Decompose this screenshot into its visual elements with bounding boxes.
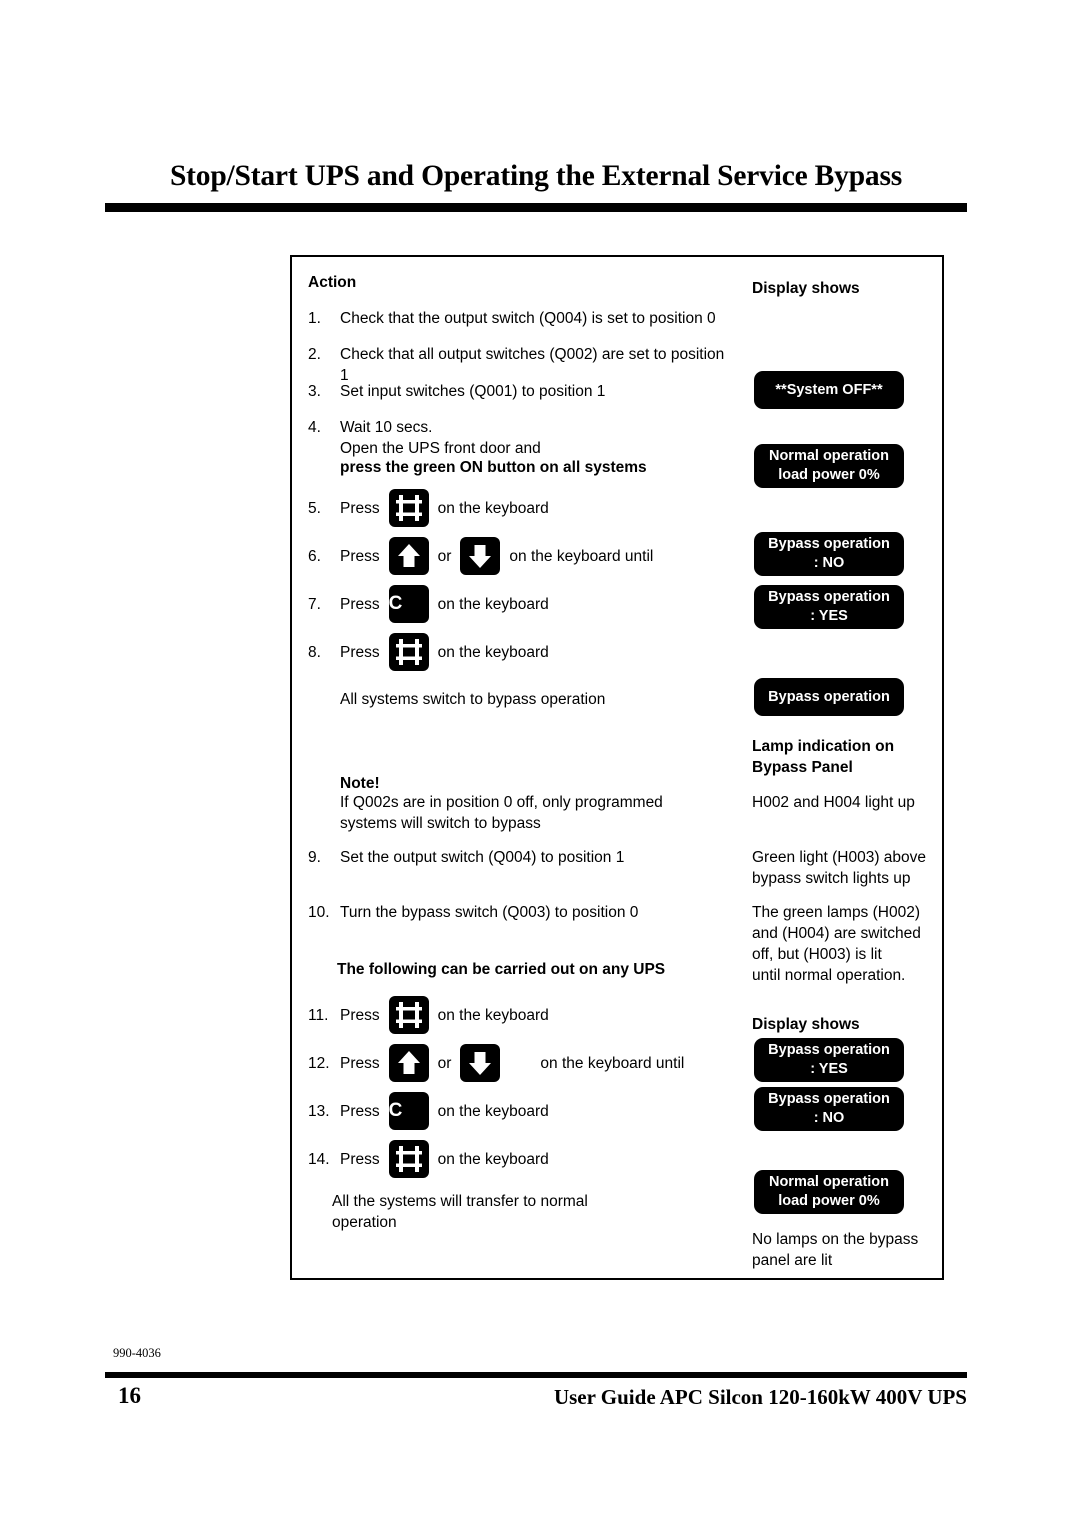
lamp-indication-heading: Lamp indication on Bypass Panel: [752, 738, 895, 776]
step-row-10: 10. Turn the bypass switch (Q003) to pos…: [308, 902, 728, 923]
step-number: 6.: [308, 547, 321, 565]
c-key-label: C: [388, 1100, 403, 1121]
c-key-label: C: [388, 593, 403, 614]
frame-icon[interactable]: [388, 996, 429, 1034]
any-ups-heading: The following can be carried out on any …: [337, 961, 666, 978]
step-number: 4.: [308, 419, 321, 436]
footer-title: User Guide APC Silcon 120-160kW 400V UPS: [553, 1385, 967, 1409]
step-number: 8.: [308, 643, 321, 661]
step-number: 2.: [308, 346, 321, 363]
step-row-3: 3. Set input switches (Q001) to position…: [308, 381, 728, 402]
normal-result-text: All the systems will transfer to normal …: [332, 1193, 588, 1231]
step-row-8: 8. Press on the keyboard: [308, 633, 549, 671]
keyboard-label: on the keyboard: [437, 1150, 549, 1168]
step-row-2: 2. Check that all output switches (Q002)…: [308, 344, 728, 386]
arrow-up-icon[interactable]: [388, 537, 429, 575]
frame-icon[interactable]: [388, 489, 429, 527]
keyboard-label: on the keyboard: [437, 499, 549, 517]
press-label: Press: [340, 547, 380, 565]
step-number: 1.: [308, 310, 321, 327]
step-number: 11.: [308, 1006, 329, 1024]
c-key-icon[interactable]: C: [388, 585, 429, 623]
page-number: 16: [118, 1383, 141, 1408]
c-key-icon[interactable]: C: [388, 1092, 429, 1130]
keyboard-label: on the keyboard: [437, 1006, 549, 1024]
display-box-bypass-operation: Bypass operation: [754, 678, 904, 716]
page-title: Stop/Start UPS and Operating the Externa…: [169, 160, 903, 192]
arrow-down-icon[interactable]: [460, 1044, 501, 1082]
lamp-text-h003-green: Green light (H003) above bypass switch l…: [752, 849, 927, 887]
press-label: Press: [340, 643, 380, 661]
keyboard-label: on the keyboard: [437, 1102, 549, 1120]
note-heading: Note!: [340, 775, 380, 792]
step-row-1: 1. Check that the output switch (Q004) i…: [308, 308, 728, 329]
step-row-9: 9. Set the output switch (Q004) to posit…: [308, 847, 728, 868]
footer-rule: [105, 1372, 967, 1378]
display-box-system-off: **System OFF**: [754, 371, 904, 409]
step-text: Set input switches (Q001) to position 1: [340, 383, 606, 400]
note-body: If Q002s are in position 0 off, only pro…: [340, 794, 663, 832]
or-label: or: [437, 1054, 452, 1072]
step-row-4: 4. Wait 10 secs. Open the UPS front door…: [308, 417, 728, 459]
press-label: Press: [340, 1150, 380, 1168]
column-heading-display-1: Display shows: [752, 280, 860, 297]
step-number: 7.: [308, 595, 321, 613]
arrow-down-icon[interactable]: [460, 537, 501, 575]
column-heading-action: Action: [308, 274, 357, 291]
press-label: Press: [340, 595, 380, 613]
document-code: 990-4036: [113, 1346, 161, 1360]
step-text: Turn the bypass switch (Q003) to positio…: [340, 904, 639, 921]
step-text: Set the output switch (Q004) to position…: [340, 849, 625, 866]
step-number: 10.: [308, 904, 330, 921]
step-number: 5.: [308, 499, 321, 517]
step-text: Check that all output switches (Q002) ar…: [340, 346, 725, 384]
keyboard-label: on the keyboard: [437, 643, 549, 661]
lamp-text-h002-h004: H002 and H004 light up: [752, 794, 915, 811]
step-row-14: 14. Press on the keyboard: [308, 1140, 549, 1178]
lamp-text-h003-lit: The green lamps (H002) and (H004) are sw…: [752, 904, 921, 984]
step-row-13: 13. Press C on the keyboard: [308, 1092, 549, 1130]
step-row-12: 12. Press or on the keyboard until: [308, 1044, 684, 1082]
press-label: Press: [340, 1102, 380, 1120]
or-label: or: [437, 547, 452, 565]
column-heading-display-2: Display shows: [752, 1016, 860, 1033]
step-number: 12.: [308, 1054, 330, 1072]
arrow-up-icon[interactable]: [388, 1044, 429, 1082]
header-rule: [105, 203, 967, 212]
step-number: 9.: [308, 849, 321, 866]
bypass-result-text: All systems switch to bypass operation: [340, 691, 606, 708]
display-box-bypass-yes-2: Bypass operation : YES: [754, 1038, 904, 1082]
frame-icon[interactable]: [388, 633, 429, 671]
step-text: Check that the output switch (Q004) is s…: [340, 310, 716, 327]
keyboard-label: on the keyboard until: [509, 547, 654, 565]
keyboard-label: on the keyboard: [437, 595, 549, 613]
display-box-normal-operation-1: Normal operation load power 0%: [754, 1170, 904, 1214]
step-row-6: 6. Press or on the keyboard until: [308, 537, 653, 575]
frame-icon[interactable]: [388, 1140, 429, 1178]
display-box-bypass-no-1: Bypass operation : NO: [754, 532, 904, 576]
step-row-5: 5. Press on the keyboard: [308, 489, 549, 527]
step-4-emphasis: press the green ON button on all systems: [340, 459, 647, 476]
press-label: Press: [340, 499, 380, 517]
step-number: 14.: [308, 1150, 330, 1168]
lamp-text-no-lamps: No lamps on the bypass panel are lit: [752, 1231, 919, 1269]
step-row-7: 7. Press C on the keyboard: [308, 585, 549, 623]
press-label: Press: [340, 1006, 380, 1024]
display-box-bypass-no-2: Bypass operation : NO: [754, 1087, 904, 1131]
press-label: Press: [340, 1054, 380, 1072]
display-box-normal-operation-0: Normal operation load power 0%: [754, 444, 904, 488]
step-row-11: 11. Press on the keyboard: [308, 996, 549, 1034]
keyboard-label: on the keyboard until: [540, 1054, 685, 1072]
step-number: 3.: [308, 383, 321, 400]
step-text: Wait 10 secs. Open the UPS front door an…: [340, 419, 541, 457]
step-number: 13.: [308, 1102, 330, 1120]
display-box-bypass-yes-1: Bypass operation : YES: [754, 585, 904, 629]
